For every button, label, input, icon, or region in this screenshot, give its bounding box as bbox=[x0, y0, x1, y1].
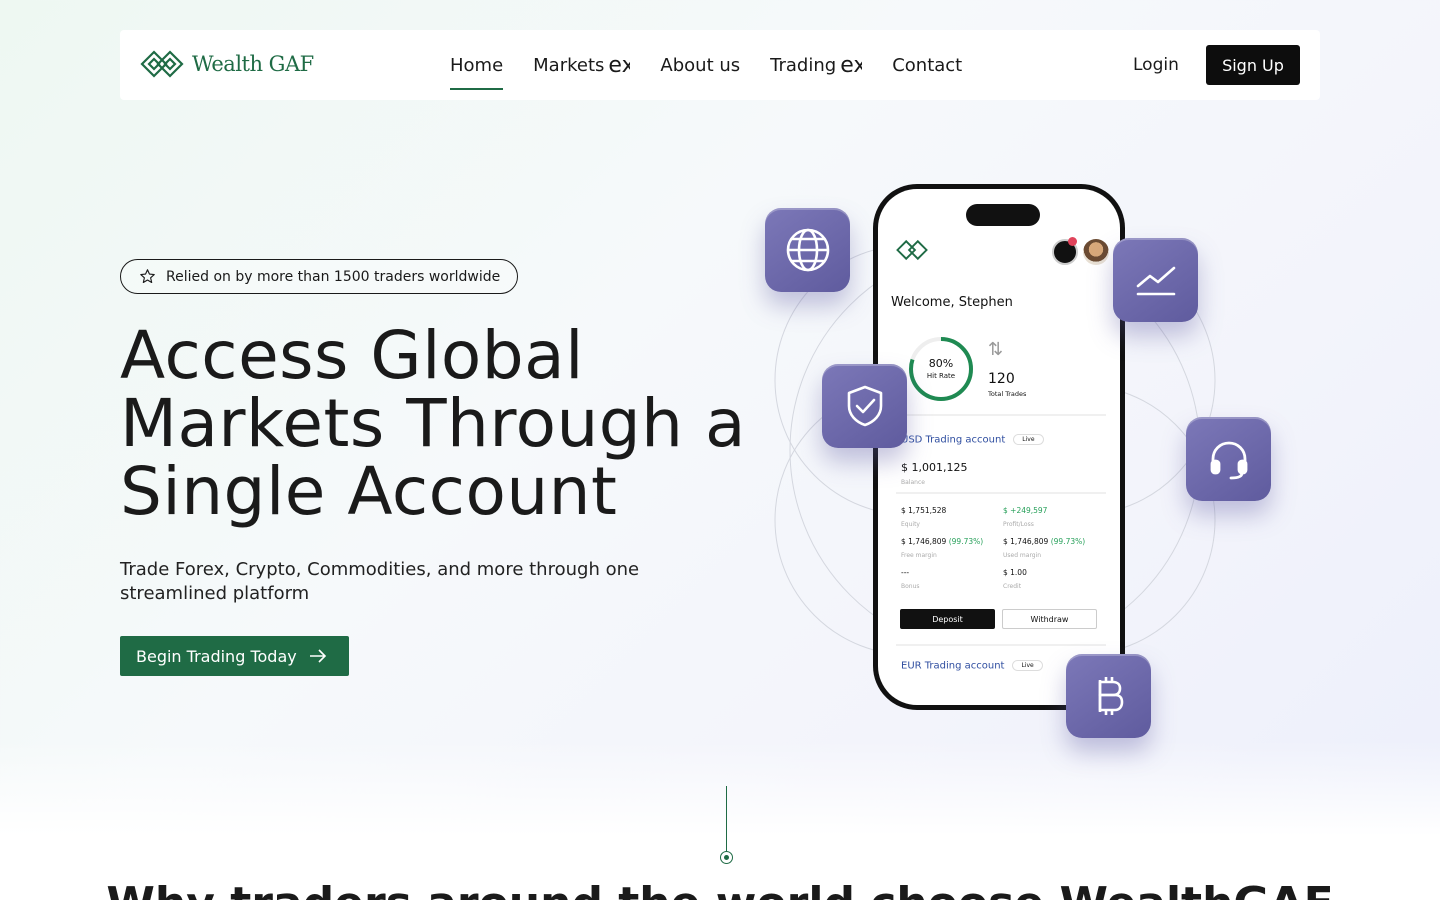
section-title: Why traders around the world choose Weal… bbox=[0, 878, 1440, 900]
begin-trading-label: Begin Trading Today bbox=[136, 646, 297, 666]
nav-markets-label: Markets bbox=[533, 54, 605, 76]
phone-notch bbox=[966, 204, 1040, 226]
profit-loss-label: Profit/Loss bbox=[1003, 521, 1034, 528]
total-trades-label: Total Trades bbox=[988, 390, 1027, 398]
usd-account-row[interactable]: USD Trading account Live bbox=[901, 434, 1044, 446]
main-nav: Home Markets ex About us Trading ex Cont… bbox=[450, 30, 992, 100]
nav-home[interactable]: Home bbox=[450, 30, 504, 100]
chart-line-icon bbox=[1136, 266, 1175, 296]
phone-screen: Welcome, Stephen 80% Hit Rate ⇅ 120 Tota… bbox=[878, 189, 1120, 705]
support-tile bbox=[1186, 417, 1271, 501]
nav-trading[interactable]: Trading ex bbox=[770, 30, 862, 100]
divider bbox=[896, 492, 1106, 494]
free-margin-label: Free margin bbox=[901, 552, 937, 559]
hero-title: Access Global Markets Through a Single A… bbox=[120, 317, 746, 530]
logo[interactable]: Wealth GAF bbox=[140, 49, 314, 79]
usd-balance-label: Balance bbox=[901, 479, 925, 486]
nav-home-label: Home bbox=[450, 54, 504, 76]
app-logo-icon bbox=[896, 239, 928, 261]
total-trades-value: 120 bbox=[988, 371, 1015, 387]
star-icon bbox=[140, 269, 155, 284]
signup-button[interactable]: Sign Up bbox=[1206, 45, 1300, 85]
withdraw-button[interactable]: Withdraw bbox=[1002, 609, 1097, 629]
nav-trading-expand-icon: ex bbox=[840, 52, 863, 78]
used-margin-amount: $ 1,746,809 bbox=[1003, 537, 1049, 546]
nav-contact-label: Contact bbox=[892, 54, 963, 76]
scroll-indicator-dot bbox=[720, 851, 733, 864]
free-margin-value: $ 1,746,809 (99.73%) bbox=[901, 537, 983, 546]
usd-account-name: USD Trading account bbox=[901, 434, 1006, 446]
usd-balance-value: $ 1,001,125 bbox=[901, 461, 968, 474]
bitcoin-icon bbox=[1098, 677, 1123, 715]
hero-subtitle: Trade Forex, Crypto, Commodities, and mo… bbox=[120, 559, 640, 604]
nav-about[interactable]: About us bbox=[660, 30, 740, 100]
logo-text: Wealth GAF bbox=[192, 52, 314, 76]
credit-label: Credit bbox=[1003, 583, 1022, 590]
globe-icon bbox=[786, 228, 829, 272]
shield-check-icon bbox=[847, 385, 882, 427]
used-margin-label: Used margin bbox=[1003, 552, 1042, 559]
swap-arrows-icon: ⇅ bbox=[988, 339, 1004, 360]
nav-markets-expand-icon: ex bbox=[608, 52, 631, 78]
scroll-indicator-line bbox=[726, 786, 727, 852]
profit-loss-text: $ +249,597 bbox=[1003, 506, 1048, 515]
bitcoin-tile bbox=[1066, 654, 1151, 738]
notification-dot bbox=[1068, 237, 1077, 246]
avatar bbox=[1083, 239, 1109, 265]
credit-value: $ 1.00 bbox=[1003, 568, 1027, 577]
free-margin-amount: $ 1,746,809 bbox=[901, 537, 947, 546]
welcome-text: Welcome, Stephen bbox=[891, 295, 1013, 310]
chart-tile bbox=[1113, 238, 1198, 322]
divider bbox=[896, 414, 1106, 416]
trust-badge: Relied on by more than 1500 traders worl… bbox=[120, 259, 518, 294]
begin-trading-button[interactable]: Begin Trading Today bbox=[120, 636, 349, 676]
background-fade bbox=[0, 740, 1440, 900]
trust-badge-text: Relied on by more than 1500 traders worl… bbox=[166, 268, 501, 285]
eur-account-status: Live bbox=[1012, 660, 1043, 671]
eur-account-name: EUR Trading account bbox=[901, 660, 1005, 672]
hit-rate-value: 80% bbox=[928, 357, 954, 370]
used-margin-value: $ 1,746,809 (99.73%) bbox=[1003, 537, 1085, 546]
nav-trading-label: Trading bbox=[770, 54, 837, 76]
globe-tile bbox=[765, 208, 850, 292]
phone-mockup: Welcome, Stephen 80% Hit Rate ⇅ 120 Tota… bbox=[873, 184, 1125, 710]
navbar: Wealth GAF Home Markets ex About us Trad… bbox=[120, 30, 1320, 100]
bonus-label: Bonus bbox=[901, 583, 920, 590]
free-margin-pct: (99.73%) bbox=[948, 537, 984, 546]
deposit-button[interactable]: Deposit bbox=[900, 609, 995, 629]
nav-markets[interactable]: Markets ex bbox=[533, 30, 630, 100]
hit-rate-label: Hit Rate bbox=[926, 372, 956, 380]
equity-value: $ 1,751,528 bbox=[901, 506, 947, 515]
used-margin-pct: (99.73%) bbox=[1050, 537, 1086, 546]
login-link[interactable]: Login bbox=[1133, 30, 1179, 100]
equity-label: Equity bbox=[901, 521, 920, 528]
nav-about-label: About us bbox=[660, 54, 741, 76]
headset-icon bbox=[1210, 441, 1247, 480]
logo-mark-icon bbox=[140, 50, 184, 78]
usd-account-status: Live bbox=[1013, 434, 1044, 445]
eur-account-row[interactable]: EUR Trading account Live bbox=[901, 660, 1043, 672]
profit-loss-value: $ +249,597 bbox=[1003, 506, 1047, 515]
divider bbox=[896, 644, 1106, 646]
nav-contact[interactable]: Contact bbox=[892, 30, 962, 100]
arrow-right-icon bbox=[309, 649, 326, 663]
bonus-value: --- bbox=[901, 568, 910, 577]
shield-tile bbox=[822, 364, 907, 448]
